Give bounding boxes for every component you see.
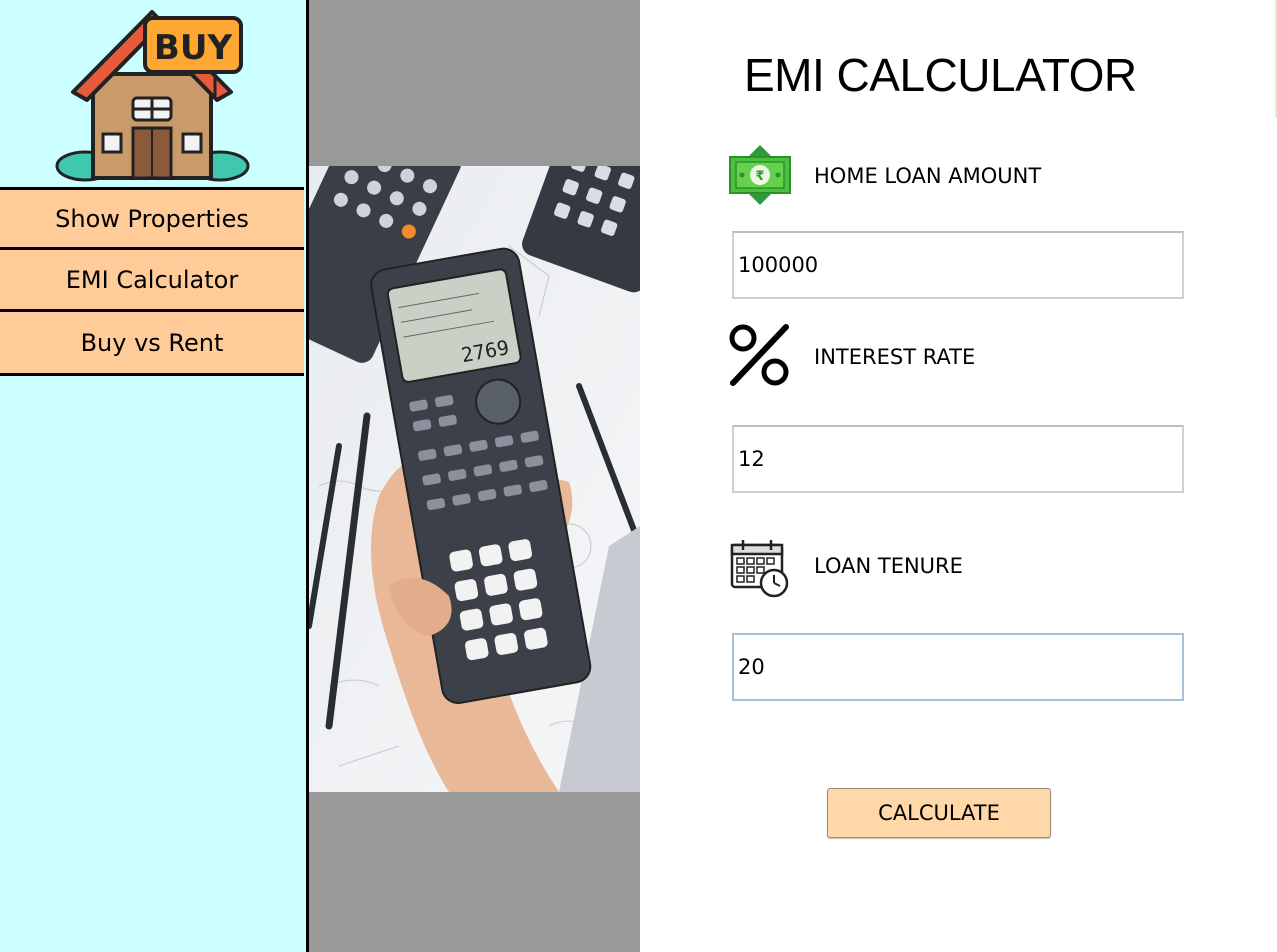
- loan-amount-input[interactable]: [732, 231, 1184, 299]
- emi-form: EMI CALCULATOR ₹ HOME LOAN AMOUNT 100000…: [640, 0, 1277, 952]
- app-window: BUY Show Properties EMI Calculator Buy v…: [0, 0, 1277, 952]
- sidebar: BUY Show Properties EMI Calculator Buy v…: [0, 0, 309, 952]
- sidebar-item-emi-calculator[interactable]: EMI Calculator: [0, 250, 304, 312]
- interest-rate-label: INTEREST RATE: [814, 345, 976, 369]
- loan-amount-label: HOME LOAN AMOUNT: [814, 164, 1042, 188]
- loan-tenure-label: LOAN TENURE: [814, 554, 963, 578]
- sidebar-item-buy-vs-rent[interactable]: Buy vs Rent: [0, 312, 304, 376]
- loan-tenure-input[interactable]: [732, 633, 1184, 701]
- interest-rate-input[interactable]: [732, 425, 1184, 493]
- buy-house-logo: BUY: [55, 4, 250, 184]
- sidebar-item-show-properties[interactable]: Show Properties: [0, 187, 304, 250]
- sidebar-item-label: EMI Calculator: [65, 265, 239, 294]
- svg-text:₹: ₹: [755, 169, 764, 184]
- percent-icon: [728, 323, 792, 387]
- logo-sign-text: BUY: [154, 28, 233, 68]
- calculator-photo: 2769: [309, 166, 640, 792]
- calendar-clock-icon: [728, 537, 792, 601]
- page-title: EMI CALCULATOR: [744, 49, 1137, 101]
- sidebar-item-label: Show Properties: [55, 204, 249, 233]
- sidebar-item-label: Buy vs Rent: [80, 328, 224, 357]
- calculate-button[interactable]: CALCULATE: [827, 788, 1051, 838]
- image-panel: 2769: [309, 0, 640, 952]
- money-icon: ₹: [728, 143, 792, 207]
